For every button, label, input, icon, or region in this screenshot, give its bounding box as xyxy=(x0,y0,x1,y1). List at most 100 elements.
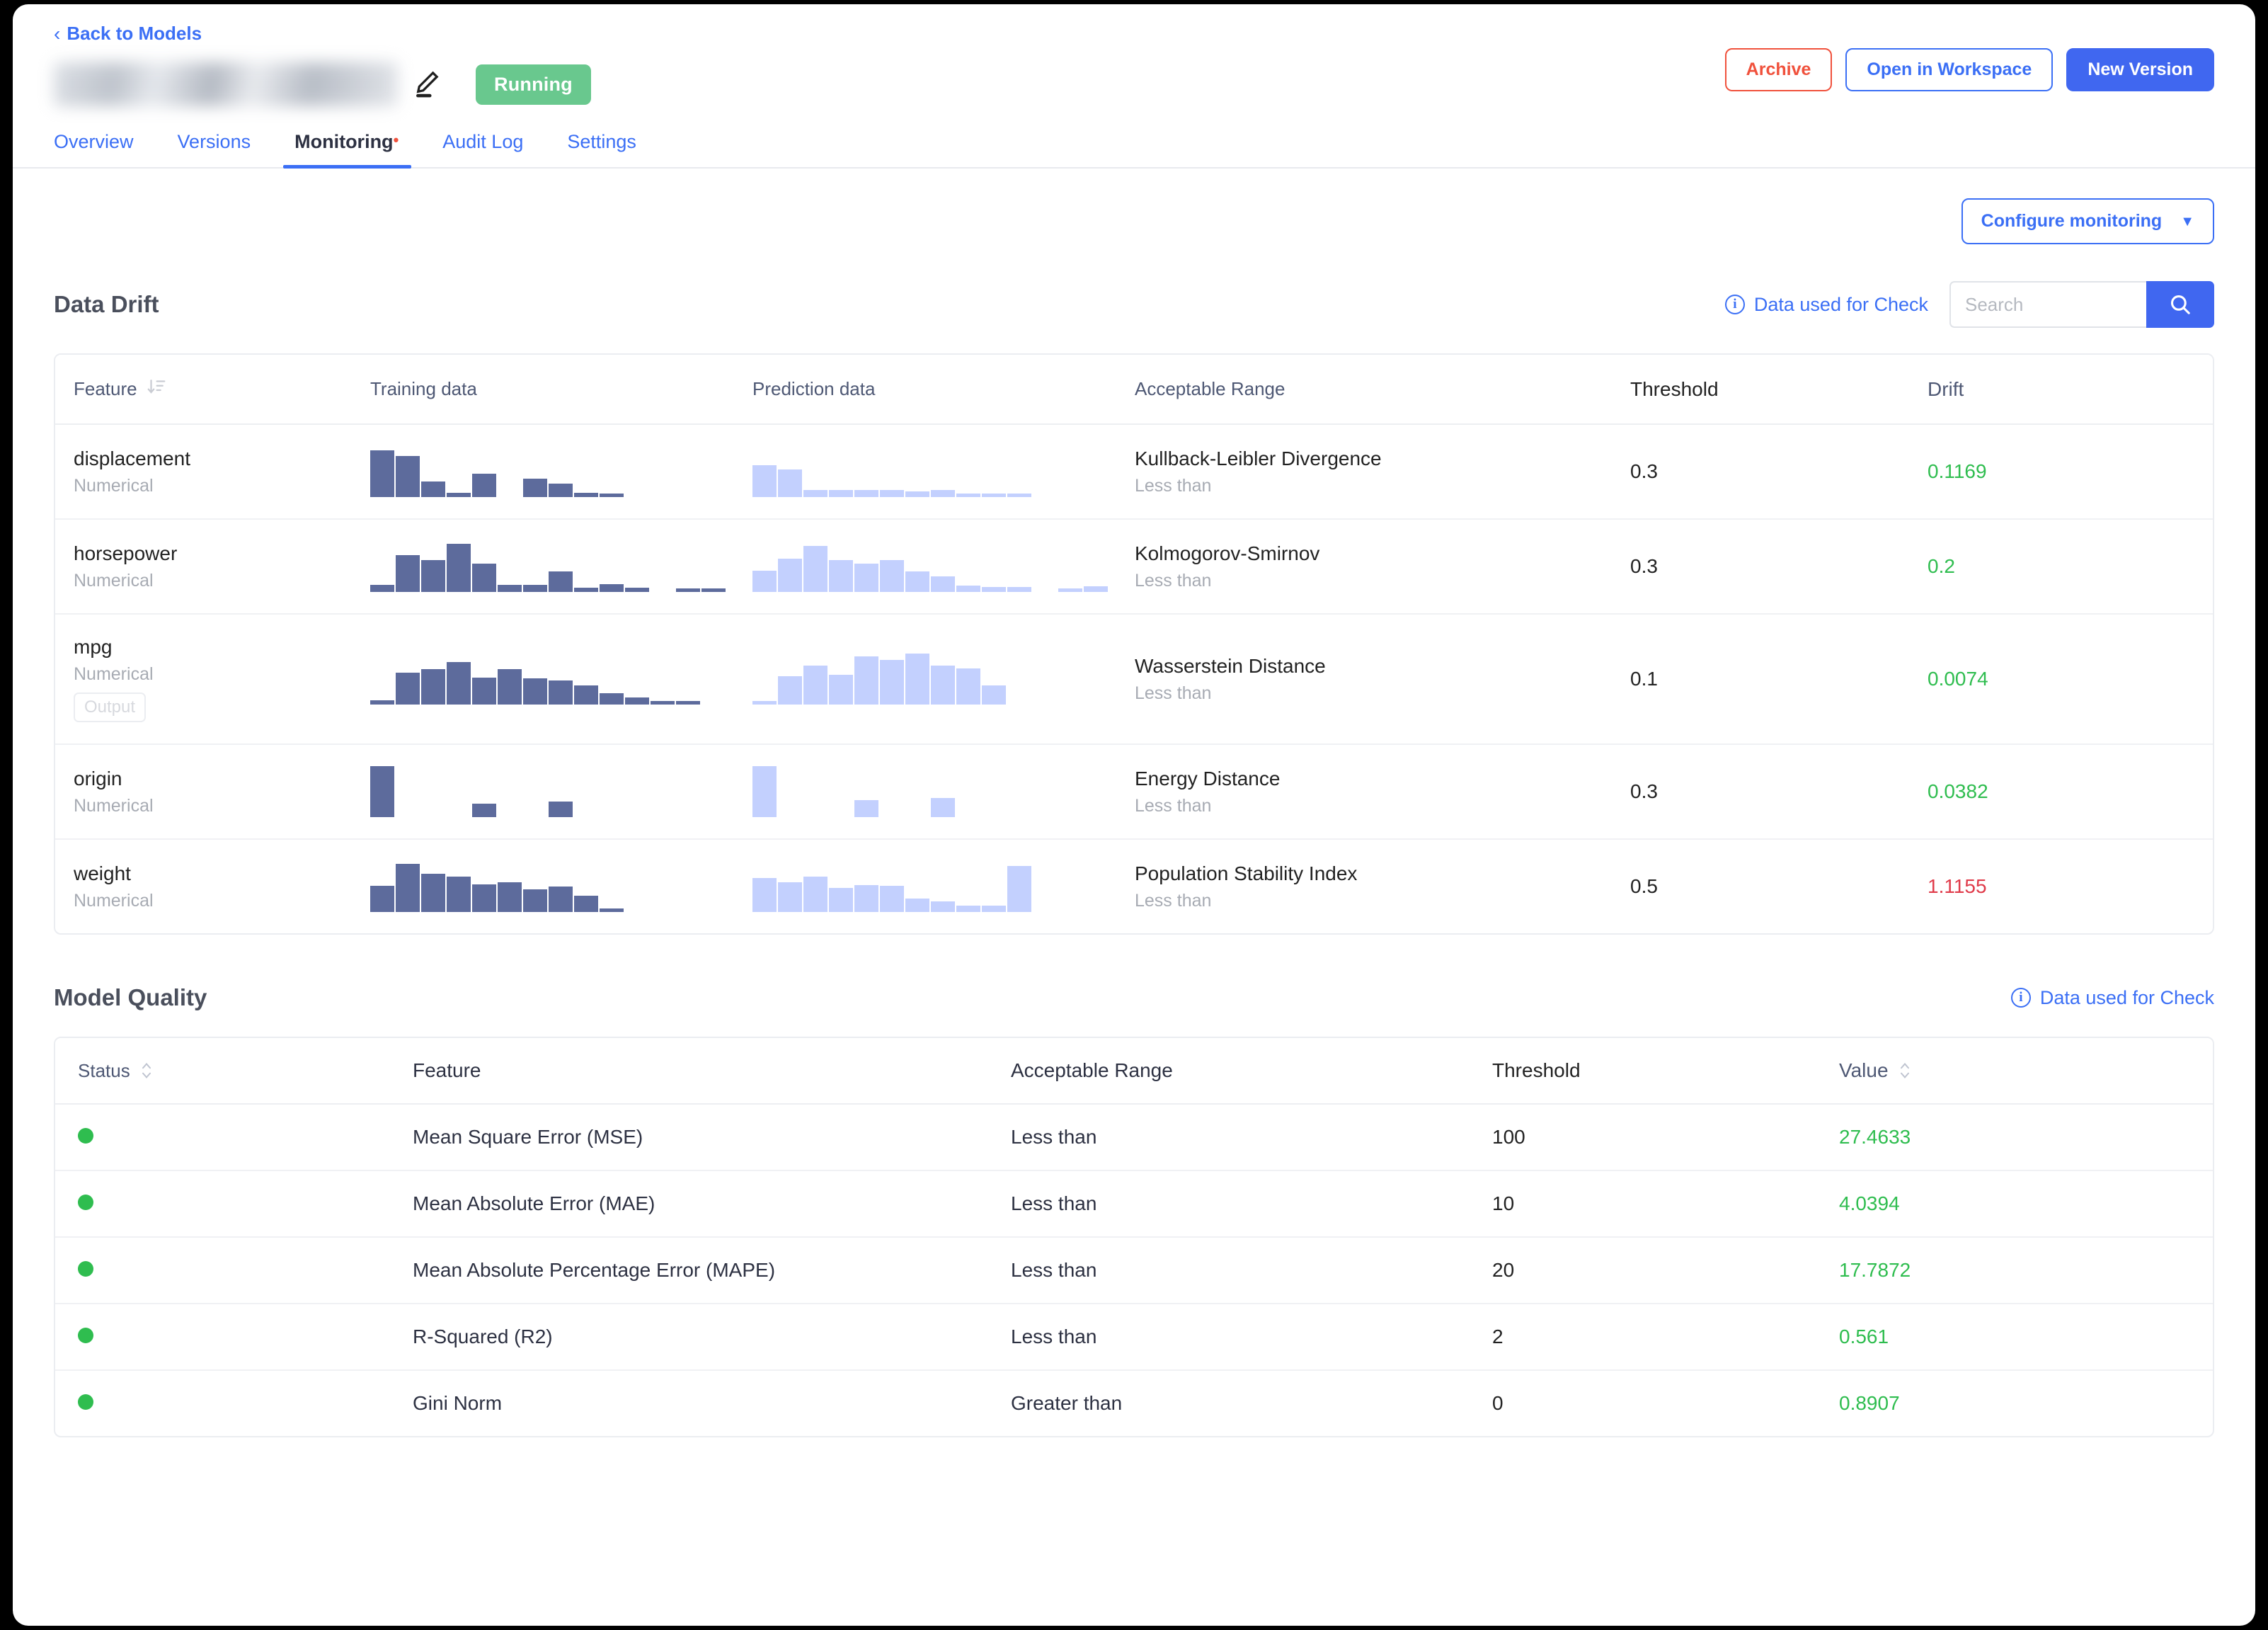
table-row[interactable]: displacement Numerical Kullback-Leibler Di… xyxy=(55,424,2213,520)
cell-threshold: 0 xyxy=(1492,1392,1504,1414)
table-row[interactable]: origin Numerical Energy Distance Less than 0… xyxy=(55,744,2213,840)
table-row[interactable]: R-Squared (R2) Less than 2 0.561 xyxy=(55,1304,2213,1371)
histogram-bar xyxy=(752,877,777,912)
tab-monitoring[interactable]: Monitoring• xyxy=(283,131,412,169)
table-row[interactable]: Mean Square Error (MSE) Less than 100 27.46… xyxy=(55,1104,2213,1171)
table-row[interactable]: mpg Numerical Output Wasserstein Distance Le… xyxy=(55,614,2213,745)
histogram-bar xyxy=(523,479,547,497)
sort-toggle-icon xyxy=(139,1060,154,1081)
table-row[interactable]: Mean Absolute Percentage Error (MAPE) Les… xyxy=(55,1237,2213,1304)
cell-threshold: 0.3 xyxy=(1630,424,1928,520)
data-drift-tbody: displacement Numerical Kullback-Leibler Di… xyxy=(55,424,2213,933)
cell-acceptable-range: Greater than xyxy=(1011,1392,1123,1414)
col-status[interactable]: Status xyxy=(55,1038,413,1105)
pencil-edit-icon[interactable] xyxy=(411,68,443,101)
tab-versions[interactable]: Versions xyxy=(178,131,251,167)
cell-acceptable-range: Less than xyxy=(1011,1170,1492,1238)
feature-type: Numerical xyxy=(74,664,154,684)
data-drift-thead: Feature Training data Prediction data Ac… xyxy=(55,355,2213,425)
histogram-bar xyxy=(447,492,471,497)
histogram-bar xyxy=(574,587,598,592)
histogram-bar xyxy=(778,559,802,592)
search-button[interactable] xyxy=(2146,281,2214,328)
histogram-bar xyxy=(1007,494,1031,497)
histogram-bar xyxy=(752,465,777,497)
cell-threshold: 2 xyxy=(1492,1304,1839,1371)
histogram-bar xyxy=(829,489,853,497)
feature-name: displacement xyxy=(74,447,190,469)
histogram-bar xyxy=(931,901,955,912)
header-actions: Archive Open in Workspace New Version xyxy=(1724,48,2214,91)
histogram-bar xyxy=(421,481,445,497)
cell-status xyxy=(55,1304,413,1371)
origin-training-histogram xyxy=(370,766,752,817)
model-quality-data-used-label: Data used for Check xyxy=(2039,986,2214,1008)
open-in-workspace-button[interactable]: Open in Workspace xyxy=(1845,48,2054,91)
histogram-bar xyxy=(829,560,853,592)
table-row[interactable]: Gini Norm Greater than 0 0.8907 xyxy=(55,1370,2213,1436)
histogram-bar xyxy=(1007,866,1031,912)
chevron-down-icon: ▼ xyxy=(2180,213,2194,229)
col-feature[interactable]: Feature xyxy=(55,355,370,425)
histogram-bar xyxy=(549,680,573,705)
cell-threshold: 10 xyxy=(1492,1170,1839,1238)
mpg-training-histogram xyxy=(370,654,752,705)
metric-comparator: Less than xyxy=(1135,683,1212,703)
table-row[interactable]: Mean Absolute Error (MAE) Less than 10 4.03… xyxy=(55,1170,2213,1238)
histogram-bar xyxy=(472,473,496,497)
histogram-bar xyxy=(421,874,445,912)
status-indicator-dot xyxy=(78,1127,93,1144)
back-to-models-link[interactable]: ‹ Back to Models xyxy=(54,23,202,45)
data-drift-search xyxy=(1949,281,2214,328)
model-quality-header: Model Quality i Data used for Check xyxy=(54,984,2214,1011)
tab-versions-label: Versions xyxy=(177,131,251,152)
histogram-bar xyxy=(523,678,547,705)
archive-button[interactable]: Archive xyxy=(1724,48,1833,91)
cell-training-data xyxy=(370,614,752,745)
feature-name: weight xyxy=(74,862,131,884)
histogram-bar xyxy=(880,885,904,912)
histogram-bar xyxy=(931,576,955,592)
histogram-bar xyxy=(829,674,853,705)
col-mq-feature: Feature xyxy=(413,1038,1011,1105)
histogram-bar xyxy=(931,797,955,817)
histogram-bar xyxy=(880,489,904,497)
histogram-bar xyxy=(854,884,878,912)
search-input[interactable] xyxy=(1949,281,2146,328)
cell-feature: mpg Numerical Output xyxy=(55,614,370,745)
histogram-bar xyxy=(803,665,827,705)
histogram-bar xyxy=(498,882,522,912)
col-mq-value-label: Value xyxy=(1839,1059,1889,1081)
cell-feature: weight Numerical xyxy=(55,839,370,933)
histogram-bar xyxy=(931,489,955,497)
cell-acceptable-range: Kullback-Leibler Divergence Less than xyxy=(1135,424,1630,520)
histogram-bar xyxy=(549,571,573,592)
col-drift: Drift xyxy=(1928,355,2213,425)
cell-metric-name: Mean Absolute Percentage Error (MAPE) xyxy=(413,1237,1011,1304)
col-mq-value[interactable]: Value xyxy=(1839,1038,2213,1105)
tab-overview[interactable]: Overview xyxy=(54,131,134,167)
model-quality-data-used-link[interactable]: i Data used for Check xyxy=(2010,986,2214,1009)
data-drift-data-used-link[interactable]: i Data used for Check xyxy=(1724,293,1928,316)
cell-value: 0.8907 xyxy=(1839,1392,1900,1414)
table-row[interactable]: weight Numerical Population Stability Inde… xyxy=(55,839,2213,933)
model-quality-table-card: Status Feature Acceptable Range Threshol… xyxy=(54,1037,2214,1437)
new-version-button[interactable]: New Version xyxy=(2066,48,2214,91)
weight-training-histogram xyxy=(370,861,752,912)
configure-monitoring-button[interactable]: Configure monitoring ▼ xyxy=(1961,198,2214,244)
metric-comparator: Less than xyxy=(1135,890,1212,911)
histogram-bar xyxy=(370,584,394,592)
histogram-bar xyxy=(803,877,827,912)
table-row[interactable]: horsepower Numerical Kolmogorov-Smirnov Les… xyxy=(55,519,2213,615)
histogram-bar xyxy=(854,563,878,592)
tab-overview-label: Overview xyxy=(54,131,134,152)
cell-drift-value: 0.2 xyxy=(1928,519,2213,615)
cell-status xyxy=(55,1370,413,1436)
histogram-bar xyxy=(931,666,955,705)
tab-settings[interactable]: Settings xyxy=(567,131,636,167)
tab-audit-log[interactable]: Audit Log xyxy=(442,131,523,167)
cell-value: 27.4633 xyxy=(1839,1104,2213,1171)
histogram-bar xyxy=(370,450,394,497)
weight-prediction-histogram xyxy=(752,861,1135,912)
data-drift-data-used-label: Data used for Check xyxy=(1753,293,1928,315)
